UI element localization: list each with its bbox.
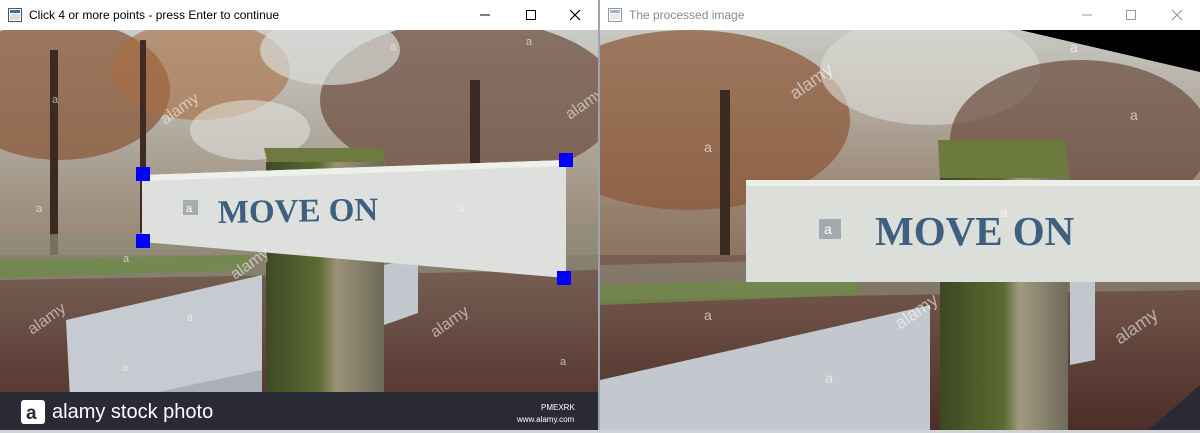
- alamy-logo-letter: a: [26, 403, 37, 424]
- close-icon: [569, 9, 581, 21]
- watermark-letter: a: [52, 94, 59, 106]
- maximize-button[interactable]: [1108, 0, 1154, 30]
- minimize-icon: [1082, 14, 1092, 16]
- watermark-letter: a: [704, 139, 712, 155]
- point-marker[interactable]: [557, 271, 571, 285]
- sign-text: MOVE ON: [875, 208, 1075, 254]
- watermark-letter: a: [560, 356, 567, 368]
- banner-code: PMEXRK: [541, 403, 575, 412]
- close-icon: [1171, 9, 1183, 21]
- maximize-icon: [526, 10, 536, 20]
- minimize-button[interactable]: [462, 0, 508, 30]
- watermark-badge-letter: a: [824, 221, 832, 237]
- processed-image-canvas: alamy alamy alamy a a a a a a a MOVE ON: [600, 30, 1200, 433]
- maximize-button[interactable]: [508, 0, 554, 30]
- window-app-icon: [8, 8, 22, 22]
- close-button[interactable]: [1154, 0, 1200, 30]
- maximize-icon: [1126, 10, 1136, 20]
- watermark-letter: a: [1130, 107, 1138, 123]
- point-marker[interactable]: [136, 234, 150, 248]
- minimize-icon: [480, 14, 490, 16]
- title-bar[interactable]: The processed image: [600, 0, 1200, 30]
- minimize-button[interactable]: [1064, 0, 1110, 30]
- watermark-letter: a: [825, 370, 833, 386]
- source-image-canvas[interactable]: alamy alamy alamy alamy alamy a a a a a …: [0, 30, 598, 433]
- watermark-letter: a: [526, 36, 533, 48]
- window-app-icon: [608, 8, 622, 22]
- watermark-letter: a: [704, 307, 712, 323]
- watermark-letter: a: [1070, 39, 1078, 55]
- sign-text: MOVE ON: [218, 192, 379, 231]
- watermark-letter: a: [122, 362, 129, 374]
- banner-url: www.alamy.com: [516, 415, 575, 424]
- point-marker[interactable]: [559, 153, 573, 167]
- source-photo: alamy alamy alamy alamy alamy a a a a a …: [0, 30, 598, 433]
- watermark-letter: a: [36, 203, 43, 215]
- watermark-letter: a: [187, 312, 194, 324]
- watermark-letter: a: [458, 203, 465, 215]
- window-title: Click 4 or more points - press Enter to …: [29, 8, 280, 22]
- banner-text: alamy stock photo: [52, 401, 213, 423]
- point-marker[interactable]: [136, 167, 150, 181]
- watermark-badge-letter: a: [186, 203, 193, 215]
- watermark-letter: a: [123, 253, 130, 265]
- close-button[interactable]: [552, 0, 598, 30]
- warped-photo: alamy alamy alamy a a a a a a a MOVE ON: [600, 30, 1200, 433]
- point-picker-window: Click 4 or more points - press Enter to …: [0, 0, 598, 433]
- processed-image-window: The processed image alamy alamy alamy a …: [600, 0, 1200, 433]
- title-bar[interactable]: Click 4 or more points - press Enter to …: [0, 0, 598, 30]
- watermark-letter: a: [390, 41, 397, 53]
- window-title: The processed image: [629, 8, 745, 22]
